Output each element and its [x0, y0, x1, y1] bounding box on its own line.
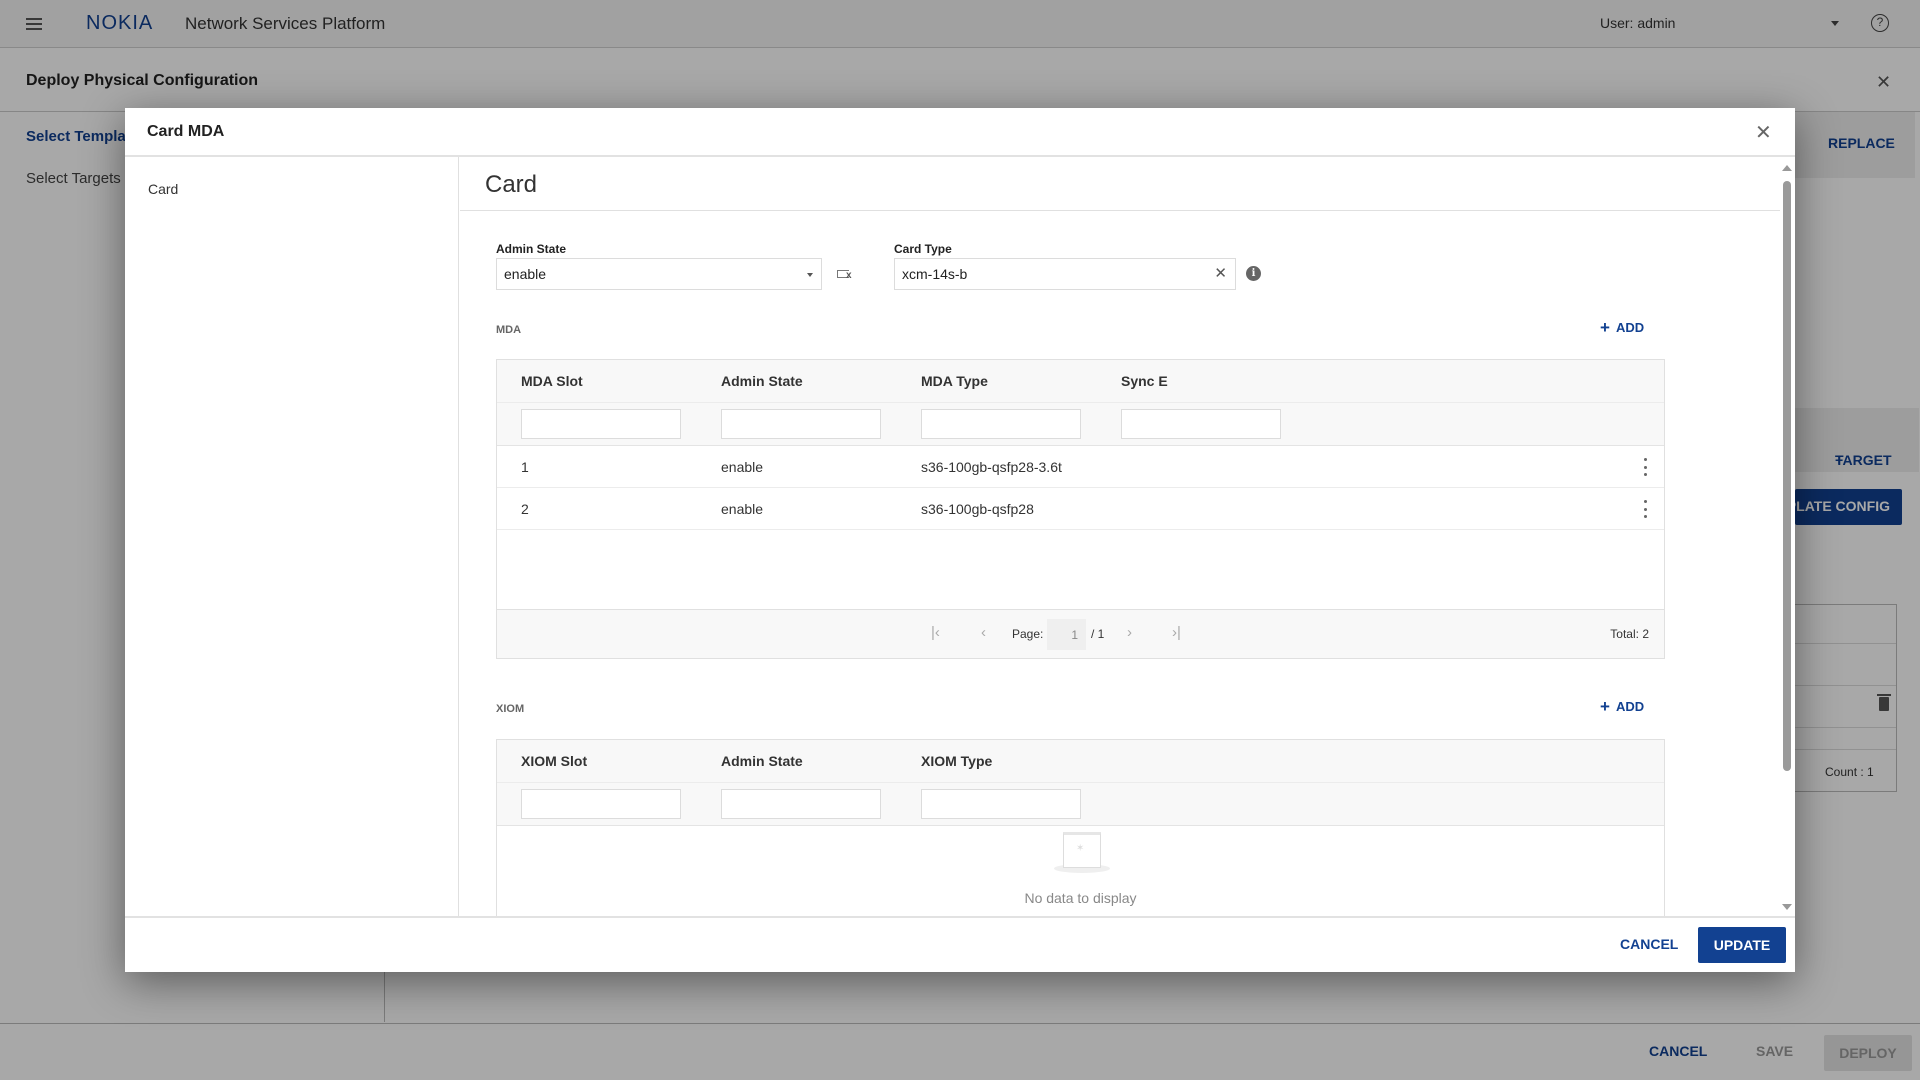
total-pages: / 1 — [1091, 627, 1105, 641]
column-header[interactable]: Admin State — [721, 753, 803, 769]
mda-type-filter-input[interactable] — [921, 409, 1081, 439]
dialog-update-button[interactable]: UPDATE — [1698, 927, 1786, 963]
empty-state: No data to display — [497, 826, 1664, 916]
empty-message: No data to display — [1024, 890, 1137, 906]
info-icon[interactable]: i — [1246, 266, 1261, 281]
mda-type-cell: s36-100gb-qsfp28 — [921, 501, 1034, 517]
xiom-section-label: XIOM — [496, 703, 525, 715]
plus-icon: + — [1600, 318, 1610, 337]
empty-window-icon — [1054, 832, 1110, 874]
admin-state-filter-input[interactable] — [721, 409, 881, 439]
add-mda-label: ADD — [1615, 320, 1645, 335]
mda-slot-filter-input[interactable] — [521, 409, 681, 439]
dialog-cancel-button[interactable]: CANCEL — [1620, 936, 1678, 952]
column-header[interactable]: XIOM Slot — [521, 753, 587, 769]
dialog-header: Card MDA ✕ — [125, 108, 1795, 157]
dialog-scrollbar[interactable] — [1780, 157, 1794, 916]
add-mda-button[interactable]: + ADD — [1600, 318, 1644, 338]
row-actions-kebab-icon[interactable] — [1644, 458, 1648, 476]
dialog-footer: CANCEL UPDATE — [125, 916, 1795, 972]
section-title: Card — [485, 171, 538, 198]
divider — [460, 210, 1780, 211]
column-header[interactable]: Admin State — [721, 373, 803, 389]
admin-state-filter-input[interactable] — [721, 789, 881, 819]
column-header[interactable]: XIOM Type — [921, 753, 992, 769]
dialog-content: Card Admin State enable x Card Type xcm-… — [460, 157, 1780, 916]
scroll-down-icon[interactable] — [1782, 904, 1792, 910]
mda-type-cell: s36-100gb-qsfp28-3.6t — [921, 459, 1062, 475]
mda-table-header: MDA Slot Admin State MDA Type Sync E — [497, 360, 1664, 403]
reset-field-icon[interactable]: x — [837, 269, 855, 281]
card-type-value: xcm-14s-b — [902, 266, 968, 282]
xiom-filter-row — [497, 783, 1664, 826]
page-label: Page: — [1012, 627, 1044, 641]
clear-icon[interactable]: ✕ — [1214, 259, 1227, 289]
page-number-input[interactable] — [1047, 619, 1086, 650]
table-row[interactable]: 1 enable s36-100gb-qsfp28-3.6t — [497, 446, 1664, 488]
admin-state-label: Admin State — [496, 242, 567, 256]
mda-section-label: MDA — [496, 324, 522, 336]
admin-state-cell: enable — [721, 459, 764, 475]
admin-state-select[interactable]: enable — [496, 258, 822, 290]
card-type-field[interactable]: xcm-14s-b ✕ — [894, 258, 1236, 290]
nav-item-card[interactable]: Card — [148, 181, 178, 197]
mda-pagination: |‹ ‹ Page: / 1 › ›| Total: 2 — [497, 609, 1664, 658]
add-xiom-button[interactable]: + ADD — [1600, 697, 1644, 717]
sync-e-filter-input[interactable] — [1121, 409, 1281, 439]
admin-state-cell: enable — [721, 501, 764, 517]
xiom-table: XIOM Slot Admin State XIOM Type No data … — [496, 739, 1665, 916]
column-header[interactable]: MDA Slot — [521, 373, 583, 389]
xiom-slot-filter-input[interactable] — [521, 789, 681, 819]
chevron-down-icon — [807, 273, 813, 277]
column-header[interactable]: Sync E — [1121, 373, 1168, 389]
dialog-close-icon[interactable]: ✕ — [1755, 120, 1772, 145]
mda-slot-cell: 2 — [521, 501, 529, 517]
mda-filter-row — [497, 403, 1664, 446]
total-count: Total: 2 — [1610, 627, 1649, 641]
mda-table: MDA Slot Admin State MDA Type Sync E 1 e… — [496, 359, 1665, 659]
table-row[interactable]: 2 enable s36-100gb-qsfp28 — [497, 488, 1664, 530]
last-page-icon[interactable]: ›| — [1172, 624, 1181, 641]
dialog-nav: Card — [125, 157, 459, 916]
dialog-title: Card MDA — [147, 123, 225, 140]
row-actions-kebab-icon[interactable] — [1644, 500, 1648, 518]
previous-page-icon[interactable]: ‹ — [981, 624, 986, 641]
column-header[interactable]: MDA Type — [921, 373, 988, 389]
xiom-table-header: XIOM Slot Admin State XIOM Type — [497, 740, 1664, 783]
scrollbar-thumb[interactable] — [1783, 181, 1791, 771]
add-xiom-label: ADD — [1615, 699, 1645, 714]
admin-state-value: enable — [504, 266, 547, 282]
first-page-icon[interactable]: |‹ — [931, 624, 940, 641]
mda-slot-cell: 1 — [521, 459, 529, 475]
plus-icon: + — [1600, 697, 1610, 716]
next-page-icon[interactable]: › — [1127, 624, 1132, 641]
scroll-up-icon[interactable] — [1782, 165, 1792, 171]
card-type-label: Card Type — [894, 242, 952, 256]
card-mda-dialog: Card MDA ✕ Card Card Admin State enable … — [125, 108, 1795, 972]
xiom-type-filter-input[interactable] — [921, 789, 1081, 819]
